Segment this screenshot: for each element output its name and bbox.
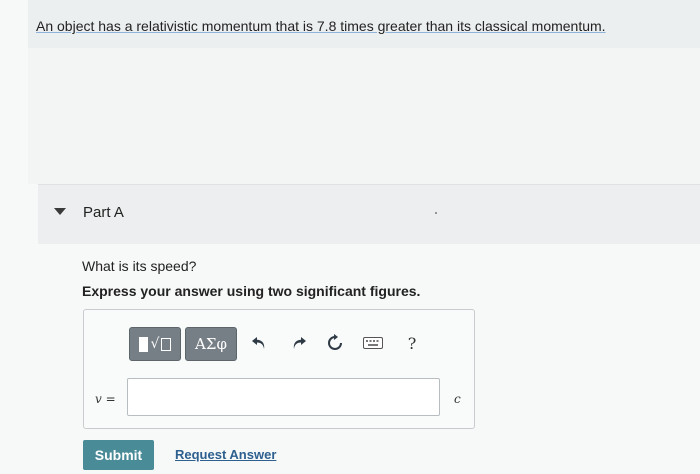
part-header[interactable]: Part A [38,184,700,245]
templates-icon [138,336,148,352]
answer-input[interactable] [127,378,440,416]
answer-panel: √ ΑΣφ ? v = c [83,309,475,429]
problem-statement: An object has a relativistic momentum th… [36,18,606,34]
redo-icon [293,337,306,349]
reset-button[interactable] [324,332,346,354]
redo-button[interactable] [288,332,310,354]
variable-label: v = [95,392,116,406]
box-icon [161,337,172,351]
reset-icon [328,334,342,350]
request-answer-link[interactable]: Request Answer [175,447,276,462]
greek-symbols-button[interactable]: ΑΣφ [185,327,237,361]
keyboard-icon [363,337,383,349]
problem-spacer [28,48,700,184]
keyboard-button[interactable] [362,332,384,354]
templates-button[interactable]: √ [129,327,181,361]
caret-down-icon[interactable] [54,208,66,215]
instruction-text: Express your answer using two significan… [82,283,421,299]
undo-icon [252,337,265,349]
divider-dot [435,212,437,214]
part-body: What is its speed? Express your answer u… [38,244,700,474]
help-button[interactable]: ? [401,332,423,354]
part-title: Part A [83,204,124,221]
problem-statement-bar: An object has a relativistic momentum th… [28,0,700,48]
sqrt-icon: √ [150,336,160,352]
undo-button[interactable] [248,332,270,354]
question-text: What is its speed? [82,258,197,274]
submit-button[interactable]: Submit [83,440,154,470]
unit-label: c [454,392,461,406]
